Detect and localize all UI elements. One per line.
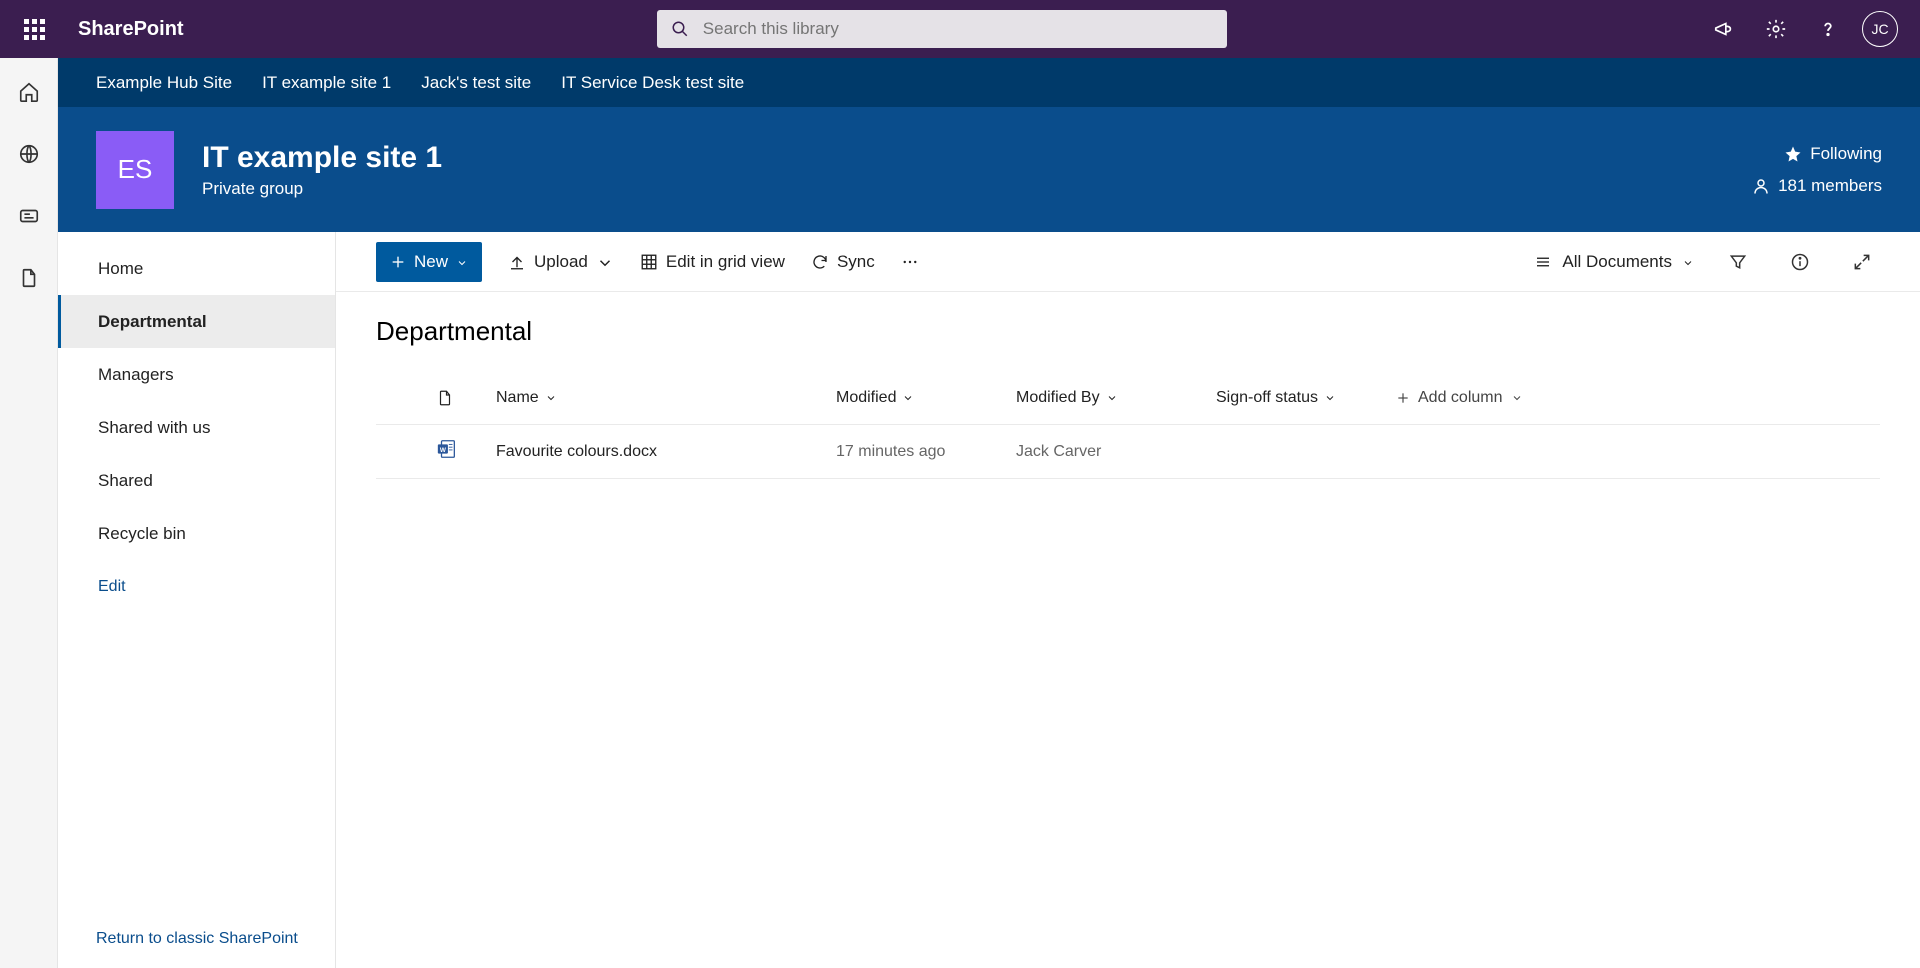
app-launcher-icon[interactable] (10, 5, 58, 53)
expand-icon (1852, 252, 1872, 272)
hub-link-3[interactable]: IT Service Desk test site (561, 73, 744, 93)
command-bar: New Upload Edit in grid view Sync (336, 232, 1920, 292)
news-icon[interactable] (9, 196, 49, 236)
left-nav: Home Departmental Managers Shared with u… (58, 232, 336, 968)
star-icon (1784, 145, 1802, 163)
word-file-icon: W (436, 438, 458, 460)
expand-button[interactable] (1844, 244, 1880, 280)
site-subtitle: Private group (202, 179, 442, 199)
info-icon (1790, 252, 1810, 272)
chevron-down-icon (456, 257, 468, 269)
site-title[interactable]: IT example site 1 (202, 141, 442, 175)
site-logo[interactable]: ES (96, 131, 174, 209)
more-button[interactable] (901, 253, 919, 271)
file-icon (436, 389, 454, 407)
person-icon (1752, 177, 1770, 195)
nav-item-managers[interactable]: Managers (58, 348, 335, 401)
file-table: Name Modified Modified By Sign-off (336, 371, 1920, 479)
sync-icon (811, 253, 829, 271)
classic-sharepoint-link[interactable]: Return to classic SharePoint (58, 910, 335, 968)
help-icon[interactable] (1804, 5, 1852, 53)
filter-button[interactable] (1720, 244, 1756, 280)
view-label: All Documents (1562, 252, 1672, 272)
plus-icon (390, 254, 406, 270)
file-icon-cell: W (436, 438, 496, 465)
site-title-block: IT example site 1 Private group (202, 141, 442, 199)
upload-button[interactable]: Upload (508, 252, 614, 272)
document-area: New Upload Edit in grid view Sync (336, 232, 1920, 968)
chevron-down-icon (1682, 257, 1694, 269)
chevron-down-icon (1106, 392, 1118, 404)
filter-icon (1728, 252, 1748, 272)
chevron-down-icon (545, 392, 557, 404)
sync-label: Sync (837, 252, 875, 272)
avatar-initials: JC (1862, 11, 1898, 47)
col-modified[interactable]: Modified (836, 389, 1016, 407)
new-button[interactable]: New (376, 242, 482, 282)
table-row[interactable]: W Favourite colours.docx 17 minutes ago … (376, 425, 1880, 479)
nav-item-shared-with-us[interactable]: Shared with us (58, 401, 335, 454)
view-switcher[interactable]: All Documents (1534, 252, 1694, 272)
col-signoff[interactable]: Sign-off status (1216, 389, 1396, 407)
hub-link-2[interactable]: Jack's test site (421, 73, 531, 93)
site-header-right: Following 181 members (1752, 144, 1882, 196)
upload-icon (508, 253, 526, 271)
chevron-down-icon (1511, 392, 1523, 404)
following-label: Following (1810, 144, 1882, 164)
table-header: Name Modified Modified By Sign-off (376, 371, 1880, 425)
site-header: ES IT example site 1 Private group Follo… (58, 107, 1920, 232)
hub-nav: Example Hub Site IT example site 1 Jack'… (58, 58, 1920, 107)
plus-icon (1396, 391, 1410, 405)
search-icon (671, 20, 689, 38)
waffle-grid-icon (24, 19, 45, 40)
suite-right: JC (1700, 5, 1904, 53)
home-icon[interactable] (9, 72, 49, 112)
list-icon (1534, 253, 1552, 271)
search-input[interactable] (703, 19, 1213, 39)
chevron-down-icon (1324, 392, 1336, 404)
col-filetype[interactable] (436, 389, 496, 407)
gear-icon[interactable] (1752, 5, 1800, 53)
files-icon[interactable] (9, 258, 49, 298)
svg-text:W: W (440, 447, 447, 454)
megaphone-icon[interactable] (1700, 5, 1748, 53)
upload-label: Upload (534, 252, 588, 272)
hub-link-0[interactable]: Example Hub Site (96, 73, 232, 93)
user-avatar[interactable]: JC (1856, 5, 1904, 53)
nav-item-departmental[interactable]: Departmental (58, 295, 335, 348)
new-label: New (414, 252, 448, 272)
nav-item-home[interactable]: Home (58, 242, 335, 295)
file-modified: 17 minutes ago (836, 443, 1016, 461)
members-label: 181 members (1778, 176, 1882, 196)
app-name[interactable]: SharePoint (78, 18, 184, 41)
hub-link-1[interactable]: IT example site 1 (262, 73, 391, 93)
chevron-down-icon (902, 392, 914, 404)
search-container (184, 10, 1700, 48)
edit-grid-button[interactable]: Edit in grid view (640, 252, 785, 272)
suite-bar: SharePoint JC (0, 0, 1920, 58)
info-button[interactable] (1782, 244, 1818, 280)
following-button[interactable]: Following (1784, 144, 1882, 164)
file-modified-by: Jack Carver (1016, 443, 1216, 461)
library-title: Departmental (336, 292, 1920, 371)
add-column-button[interactable]: Add column (1396, 389, 1596, 407)
globe-icon[interactable] (9, 134, 49, 174)
col-modified-by[interactable]: Modified By (1016, 389, 1216, 407)
nav-item-recycle-bin[interactable]: Recycle bin (58, 507, 335, 560)
nav-edit-link[interactable]: Edit (58, 560, 335, 613)
nav-item-shared[interactable]: Shared (58, 454, 335, 507)
file-name[interactable]: Favourite colours.docx (496, 443, 836, 461)
edit-grid-label: Edit in grid view (666, 252, 785, 272)
sync-button[interactable]: Sync (811, 252, 875, 272)
grid-icon (640, 253, 658, 271)
search-box[interactable] (657, 10, 1227, 48)
ellipsis-icon (901, 253, 919, 271)
members-button[interactable]: 181 members (1752, 176, 1882, 196)
chevron-down-icon (596, 254, 614, 272)
app-rail (0, 58, 58, 968)
col-name[interactable]: Name (496, 389, 836, 407)
